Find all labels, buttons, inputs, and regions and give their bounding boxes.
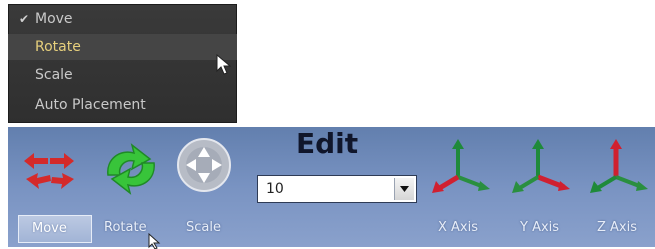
y-axis-button-label[interactable]: Y Axis bbox=[520, 220, 559, 235]
move-arrows-icon[interactable] bbox=[20, 147, 78, 193]
mouse-cursor-icon bbox=[216, 54, 232, 75]
menu-item-label: Move bbox=[35, 11, 73, 27]
edit-group-title: Edit bbox=[296, 127, 359, 160]
rotate-button-label[interactable]: Rotate bbox=[104, 220, 147, 235]
x-axis-button-label[interactable]: X Axis bbox=[438, 220, 478, 235]
menu-item-label: Auto Placement bbox=[35, 97, 146, 113]
menu-item-rotate[interactable]: Rotate bbox=[8, 34, 237, 60]
move-button-label: Move bbox=[32, 221, 67, 236]
menu-item-scale[interactable]: Scale bbox=[8, 62, 237, 88]
move-button[interactable]: Move bbox=[18, 215, 92, 243]
checkmark-icon: ✔ bbox=[19, 12, 30, 26]
transform-context-menu: ✔ Move Rotate Scale Auto Placement bbox=[8, 4, 237, 123]
x-axis-gizmo-icon[interactable] bbox=[428, 137, 494, 199]
rotate-green-icon[interactable] bbox=[98, 139, 164, 199]
edit-toolbar: Move Rotate Scale Edit 10 X Axis Y Axis … bbox=[8, 127, 655, 249]
menu-item-label: Scale bbox=[35, 67, 73, 83]
y-axis-gizmo-icon[interactable] bbox=[508, 137, 574, 199]
chevron-down-icon bbox=[400, 186, 409, 192]
dropdown-button[interactable] bbox=[394, 178, 414, 200]
menu-item-label: Rotate bbox=[35, 39, 81, 55]
menu-item-move[interactable]: ✔ Move bbox=[8, 6, 237, 32]
z-axis-button-label[interactable]: Z Axis bbox=[597, 220, 637, 235]
menu-item-auto-placement[interactable]: Auto Placement bbox=[8, 92, 237, 118]
scale-button-label[interactable]: Scale bbox=[186, 220, 221, 235]
combobox-value: 10 bbox=[266, 181, 284, 197]
scale-circle-icon[interactable] bbox=[176, 137, 232, 193]
z-axis-gizmo-icon[interactable] bbox=[586, 137, 652, 199]
step-size-combobox[interactable]: 10 bbox=[257, 175, 417, 203]
